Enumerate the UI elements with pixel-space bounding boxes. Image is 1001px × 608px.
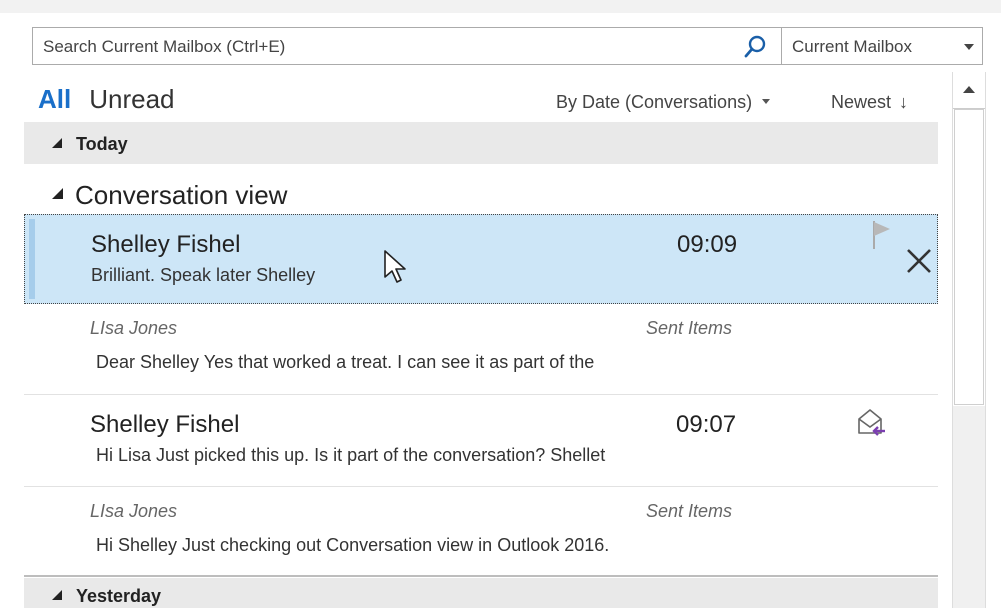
- message-time: 09:09: [677, 231, 738, 258]
- message-preview: Hi Shelley Just checking out Conversatio…: [96, 535, 610, 555]
- filter-unread[interactable]: Unread: [89, 84, 174, 114]
- replied-envelope-icon: [856, 407, 888, 442]
- divider: [24, 575, 938, 577]
- search-box[interactable]: Search Current Mailbox (Ctrl+E): [32, 27, 782, 65]
- group-label: Yesterday: [76, 586, 162, 606]
- message-sender: LIsa Jones: [90, 501, 178, 521]
- flag-icon[interactable]: [871, 219, 893, 256]
- arrange-by-dropdown[interactable]: By Date (Conversations): [556, 92, 771, 113]
- scroll-up-button[interactable]: [953, 72, 985, 109]
- title-strip: [0, 0, 1001, 13]
- scrollbar[interactable]: [952, 72, 986, 608]
- group-header-yesterday[interactable]: Yesterday: [24, 578, 938, 608]
- mouse-cursor-icon: [383, 249, 409, 290]
- message-time: 09:07: [676, 411, 737, 438]
- group-label: Today: [76, 134, 128, 154]
- search-scope-value: Current Mailbox: [792, 37, 912, 56]
- conversation-title: Conversation view: [75, 180, 288, 210]
- message-preview: Hi Lisa Just picked this up. Is it part …: [96, 445, 606, 465]
- message-item[interactable]: LIsa Jones Sent Items Dear Shelley Yes t…: [24, 304, 938, 394]
- search-scope-dropdown[interactable]: Current Mailbox: [781, 27, 983, 65]
- group-header-today[interactable]: Today: [24, 122, 938, 164]
- selection-bar: [29, 219, 35, 299]
- message-item[interactable]: LIsa Jones Sent Items Hi Shelley Just ch…: [24, 487, 938, 575]
- message-item-selected[interactable]: Shelley Fishel 09:09 Brilliant. Speak la…: [24, 214, 938, 304]
- message-sender: Shelley Fishel: [91, 231, 241, 258]
- filter-tabs: All Unread: [38, 84, 175, 115]
- scroll-track[interactable]: [953, 406, 985, 608]
- message-sender: LIsa Jones: [90, 318, 178, 338]
- sort-order-label: Newest: [831, 92, 892, 112]
- message-sender: Shelley Fishel: [90, 411, 240, 438]
- caret-down-icon: [762, 98, 771, 104]
- filter-all[interactable]: All: [38, 84, 71, 114]
- arrow-down-icon: ↓: [899, 92, 909, 112]
- conversation-header[interactable]: Conversation view: [52, 180, 287, 211]
- collapse-triangle-icon[interactable]: [52, 590, 62, 600]
- message-preview: Brilliant. Speak later Shelley: [91, 265, 316, 285]
- message-preview: Dear Shelley Yes that worked a treat. I …: [96, 352, 595, 372]
- delete-icon[interactable]: [905, 247, 933, 280]
- scroll-thumb[interactable]: [954, 109, 984, 405]
- collapse-triangle-icon[interactable]: [52, 138, 62, 148]
- sort-order-toggle[interactable]: Newest ↓: [831, 92, 908, 113]
- chevron-down-icon: [964, 44, 974, 50]
- arrange-by-label: By Date (Conversations): [556, 92, 753, 112]
- search-input[interactable]: Search Current Mailbox (Ctrl+E): [43, 37, 285, 57]
- search-icon[interactable]: [743, 34, 767, 65]
- message-folder: Sent Items: [646, 501, 733, 521]
- message-item[interactable]: Shelley Fishel 09:07 Hi Lisa Just picked…: [24, 395, 938, 485]
- message-folder: Sent Items: [646, 318, 733, 338]
- collapse-triangle-icon[interactable]: [52, 187, 63, 199]
